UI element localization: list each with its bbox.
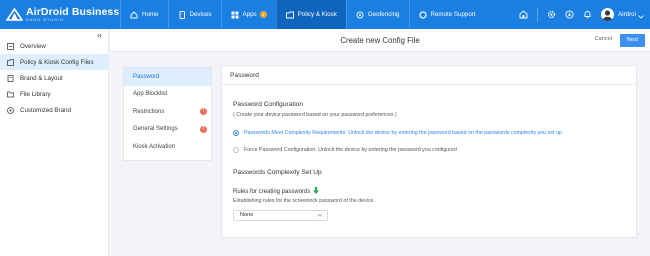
rules-description: Establishing rules for the screenlock pa…	[233, 198, 375, 204]
nav-remote-support[interactable]: Remote Support	[408, 0, 485, 29]
rules-label: Rules for creating passwords	[233, 188, 311, 195]
brand-subtitle: SAND STUDIO	[26, 17, 65, 23]
nav-devices[interactable]: Devices	[167, 0, 221, 29]
warning-icon: !	[200, 125, 207, 133]
customize-icon	[7, 106, 14, 114]
sidebar-item-label: Brand & Layout	[20, 74, 63, 82]
option-complexity-requirements[interactable]: Passwords Meet Complexity Requirements: …	[233, 130, 562, 136]
password-config-title: Password Configuration	[233, 101, 304, 108]
nav-policy-kiosk[interactable]: Policy & Kiosk	[275, 0, 346, 29]
sidebar-menu: Overview Policy & Kiosk Config Files Bra…	[0, 38, 109, 118]
user-name[interactable]: Airdroi	[618, 11, 636, 18]
next-button[interactable]: Next	[620, 34, 645, 47]
folder-icon	[7, 91, 14, 98]
warning-icon: !	[200, 108, 207, 116]
select-value: None	[240, 212, 254, 218]
brand-name: AirDroid Business	[26, 5, 120, 18]
nav-apps-label: Apps	[242, 11, 257, 18]
sidebar-item-label: File Library	[20, 90, 51, 98]
chevron-down-icon[interactable]	[638, 6, 644, 24]
sidebar-item-file-library[interactable]: File Library	[0, 86, 109, 102]
organization-icon[interactable]	[519, 10, 528, 19]
option-label: Force Password Configuration: Unlock the…	[244, 147, 457, 153]
brand-logo-area[interactable]: AirDroid Business SAND STUDIO	[0, 0, 120, 29]
settings-gear-icon[interactable]	[547, 10, 556, 19]
password-settings-panel: Password Password Configuration ( Create…	[221, 65, 637, 238]
sidebar-item-label: Overview	[20, 42, 46, 50]
password-config-description: ( Create your device password based on y…	[233, 112, 397, 118]
overview-icon	[7, 42, 14, 50]
devices-icon	[178, 10, 186, 19]
main-nav: Home Devices Apps 1 Policy & Kiosk Geofe…	[120, 0, 485, 29]
airdroid-logo-icon	[6, 8, 23, 21]
sidebar-item-label: Customized Brand	[20, 106, 71, 114]
complexity-setup-title: Passwords Complexity Set Up	[233, 169, 322, 176]
sidebar: « Overview Policy & Kiosk Config Files B…	[0, 29, 109, 256]
panel-heading: Password	[222, 66, 636, 85]
toolbar-divider	[537, 7, 539, 22]
step-kiosk-activation[interactable]: Kiosk Activation	[124, 138, 211, 156]
nav-remote-support-label: Remote Support	[430, 11, 476, 18]
recommend-arrow-icon	[313, 187, 320, 196]
download-icon[interactable]	[565, 10, 574, 19]
remote-support-icon	[418, 10, 427, 19]
chevron-down-icon	[317, 212, 323, 222]
password-rule-select[interactable]: None	[233, 210, 328, 221]
nav-apps[interactable]: Apps 1	[220, 0, 276, 29]
option-force-password[interactable]: Force Password Configuration: Unlock the…	[233, 147, 457, 153]
nav-home[interactable]: Home	[120, 0, 168, 29]
step-general-settings[interactable]: General Settings !	[124, 121, 211, 139]
page-header: Create new Config File Cancel Next	[110, 29, 650, 52]
geofencing-icon	[356, 11, 364, 19]
step-label: Password	[133, 73, 160, 80]
config-steps-panel: Password App Blocklist Restrictions ! Ge…	[123, 67, 212, 161]
config-file-icon	[7, 58, 14, 66]
apps-badge: 1	[259, 11, 267, 18]
option-label: Passwords Meet Complexity Requirements: …	[244, 130, 562, 136]
user-avatar[interactable]	[601, 8, 615, 21]
cancel-button[interactable]: Cancel	[595, 36, 612, 42]
policy-icon	[285, 11, 294, 19]
sidebar-item-config-files[interactable]: Policy & Kiosk Config Files	[0, 54, 109, 70]
radio-button-checked[interactable]	[233, 130, 239, 136]
nav-geofencing[interactable]: Geofencing	[345, 0, 409, 29]
nav-home-label: Home	[142, 11, 159, 18]
page-title: Create new Config File	[340, 36, 420, 45]
sidebar-item-overview[interactable]: Overview	[0, 38, 109, 54]
nav-geofencing-label: Geofencing	[367, 11, 400, 18]
step-password[interactable]: Password	[124, 68, 211, 86]
step-app-blocklist[interactable]: App Blocklist	[124, 86, 211, 104]
step-label: General Settings	[133, 126, 178, 133]
top-navigation-bar: AirDroid Business SAND STUDIO Home Devic…	[0, 0, 650, 29]
step-label: App Blocklist	[133, 91, 168, 98]
sidebar-item-brand-layout[interactable]: Brand & Layout	[0, 70, 109, 86]
apps-icon	[231, 11, 239, 19]
step-label: Restrictions	[133, 108, 165, 115]
step-restrictions[interactable]: Restrictions !	[124, 103, 211, 121]
brand-icon	[7, 74, 14, 82]
radio-button[interactable]	[233, 147, 239, 153]
sidebar-item-label: Policy & Kiosk Config Files	[20, 58, 94, 66]
nav-policy-kiosk-label: Policy & Kiosk	[297, 11, 337, 18]
top-right-tools: Airdroi	[510, 0, 644, 29]
notification-bell-icon[interactable]	[583, 10, 592, 19]
step-label: Kiosk Activation	[133, 143, 176, 150]
nav-devices-label: Devices	[189, 11, 212, 18]
home-icon	[130, 10, 138, 19]
sidebar-item-customized-brand[interactable]: Customized Brand	[0, 102, 109, 118]
rules-label-row: Rules for creating passwords	[233, 187, 320, 196]
